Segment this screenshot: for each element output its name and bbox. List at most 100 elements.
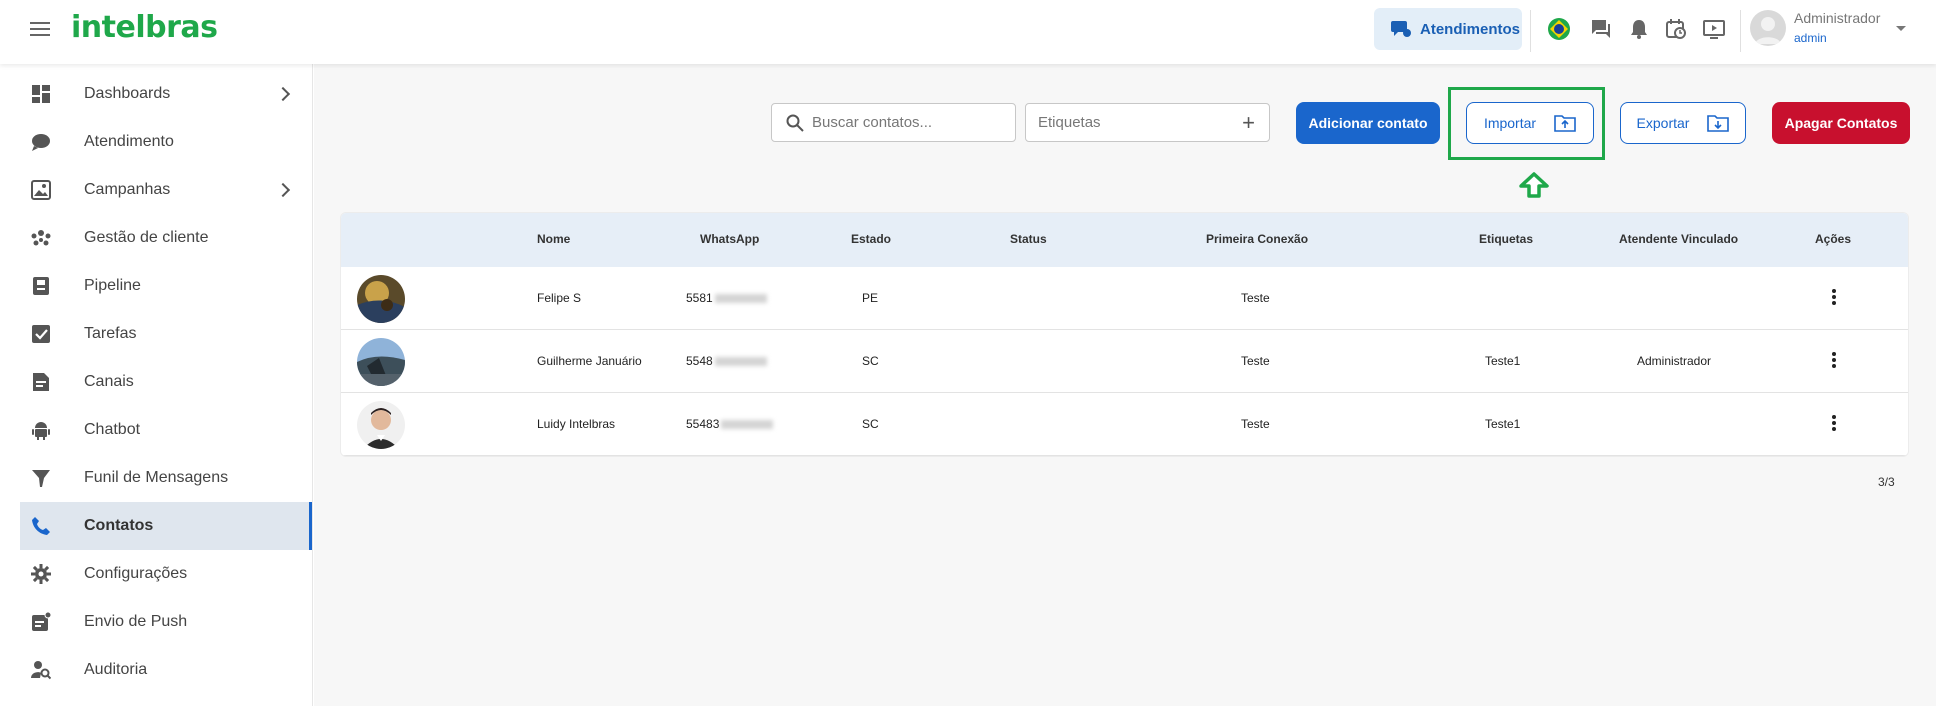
header-divider bbox=[1530, 10, 1531, 52]
calendar-clock-icon[interactable] bbox=[1663, 16, 1689, 42]
column-header-status[interactable]: Status bbox=[1010, 232, 1047, 246]
table-row[interactable]: Guilherme Januário 5548 SC Teste Teste1 … bbox=[341, 330, 1908, 393]
sidebar-item-label: Funil de Mensagens bbox=[84, 469, 229, 486]
plus-icon[interactable]: + bbox=[1242, 112, 1255, 134]
add-contact-button[interactable]: Adicionar contato bbox=[1296, 102, 1440, 144]
dashboard-icon bbox=[30, 83, 52, 105]
brazil-flag-icon[interactable] bbox=[1546, 16, 1572, 42]
sidebar-item-label: Campanhas bbox=[84, 181, 171, 198]
cell-atendente: Administrador bbox=[1637, 354, 1712, 368]
delete-contacts-label: Apagar Contatos bbox=[1784, 115, 1898, 131]
whatsapp-prefix: 55483 bbox=[686, 417, 720, 431]
column-header-acoes: Ações bbox=[1815, 232, 1852, 246]
user-name: Administrador bbox=[1794, 10, 1881, 26]
sidebar-item-dashboards[interactable]: Dashboards bbox=[20, 70, 312, 118]
sidebar-item-label: Tarefas bbox=[84, 325, 137, 342]
people-icon bbox=[30, 227, 52, 249]
person-search-icon bbox=[30, 659, 52, 681]
image-icon bbox=[30, 179, 52, 201]
sidebar-item-label: Pipeline bbox=[84, 277, 141, 294]
funnel-icon bbox=[30, 467, 52, 489]
sidebar-item-label: Contatos bbox=[84, 517, 154, 534]
cell-whatsapp: 55483 bbox=[686, 417, 774, 431]
document-icon bbox=[30, 371, 52, 393]
user-avatar[interactable] bbox=[1750, 10, 1786, 46]
sidebar-item-chatbot[interactable]: Chatbot bbox=[20, 406, 312, 454]
sidebar-item-funil-de-mensagens[interactable]: Funil de Mensagens bbox=[20, 454, 312, 502]
search-contacts-field[interactable] bbox=[771, 103, 1016, 142]
table-row[interactable]: Luidy Intelbras 55483 SC Teste Teste1 bbox=[341, 393, 1908, 456]
export-button[interactable]: Exportar bbox=[1620, 102, 1746, 144]
chevron-down-icon[interactable] bbox=[1896, 26, 1906, 31]
sidebar-item-auditoria[interactable]: Auditoria bbox=[20, 646, 312, 694]
cell-estado: PE bbox=[862, 291, 879, 305]
whatsapp-prefix: 5581 bbox=[686, 291, 713, 305]
sidebar-item-pipeline[interactable]: Pipeline bbox=[20, 262, 312, 310]
sidebar-item-configuracoes[interactable]: Configurações bbox=[20, 550, 312, 598]
pagination-count: 3/3 bbox=[1878, 475, 1895, 489]
phone-icon bbox=[30, 515, 52, 537]
arrow-up-icon bbox=[1518, 172, 1550, 203]
contact-avatar bbox=[357, 401, 405, 449]
cell-whatsapp: 5581 bbox=[686, 291, 767, 305]
bell-icon[interactable] bbox=[1626, 16, 1652, 42]
header-divider bbox=[1740, 10, 1741, 52]
top-header: intelbras Atendimentos Administrador adm… bbox=[0, 0, 1936, 64]
column-header-etiquetas[interactable]: Etiquetas bbox=[1479, 232, 1533, 246]
sidebar-item-gestao-de-cliente[interactable]: Gestão de cliente bbox=[20, 214, 312, 262]
column-header-nome[interactable]: Nome bbox=[537, 232, 570, 246]
redacted-number bbox=[714, 357, 767, 367]
chevron-right-icon bbox=[275, 182, 291, 198]
chevron-right-icon bbox=[275, 86, 291, 102]
column-header-primeira-conexao[interactable]: Primeira Conexão bbox=[1206, 232, 1308, 246]
sidebar-item-campanhas[interactable]: Campanhas bbox=[20, 166, 312, 214]
sidebar-item-label: Envio de Push bbox=[84, 613, 188, 630]
more-actions-icon[interactable] bbox=[1831, 289, 1837, 307]
chat-icon[interactable] bbox=[1588, 16, 1614, 42]
chat-bubble-icon bbox=[30, 131, 52, 153]
search-input[interactable] bbox=[812, 114, 1002, 131]
column-header-atendente-vinculado[interactable]: Atendente Vinculado bbox=[1619, 232, 1738, 246]
add-contact-label: Adicionar contato bbox=[1308, 115, 1428, 131]
atendimentos-button[interactable]: Atendimentos bbox=[1374, 8, 1522, 50]
import-button[interactable]: Importar bbox=[1466, 102, 1594, 144]
more-actions-icon[interactable] bbox=[1831, 415, 1837, 433]
sidebar-item-contatos[interactable]: Contatos bbox=[20, 502, 312, 550]
column-header-estado[interactable]: Estado bbox=[851, 232, 891, 246]
sidebar-item-envio-de-push[interactable]: Envio de Push bbox=[20, 598, 312, 646]
column-header-whatsapp[interactable]: WhatsApp bbox=[700, 232, 759, 246]
redacted-number bbox=[714, 294, 767, 304]
tags-filter-label: Etiquetas bbox=[1038, 114, 1101, 131]
folder-download-icon bbox=[1707, 114, 1730, 132]
sidebar-item-label: Gestão de cliente bbox=[84, 229, 209, 246]
sidebar: Dashboards Atendimento Campanhas Gestão … bbox=[0, 64, 313, 706]
cell-primeira-conexao: Teste bbox=[1241, 417, 1270, 431]
table-row[interactable]: Felipe S 5581 PE Teste bbox=[341, 267, 1908, 330]
cell-nome: Luidy Intelbras bbox=[537, 417, 616, 431]
redacted-number bbox=[721, 420, 774, 430]
gear-icon bbox=[30, 563, 52, 585]
atendimentos-label: Atendimentos bbox=[1420, 20, 1521, 38]
cell-estado: SC bbox=[862, 354, 879, 368]
sidebar-item-canais[interactable]: Canais bbox=[20, 358, 312, 406]
search-icon bbox=[786, 114, 804, 137]
hamburger-menu-icon[interactable] bbox=[30, 18, 52, 40]
cell-primeira-conexao: Teste bbox=[1241, 354, 1270, 368]
delete-contacts-button[interactable]: Apagar Contatos bbox=[1772, 102, 1910, 144]
sidebar-item-label: Configurações bbox=[84, 565, 188, 582]
contact-avatar bbox=[357, 338, 405, 386]
folder-upload-icon bbox=[1554, 114, 1576, 132]
sidebar-item-atendimento[interactable]: Atendimento bbox=[20, 118, 312, 166]
cell-primeira-conexao: Teste bbox=[1241, 291, 1270, 305]
whatsapp-prefix: 5548 bbox=[686, 354, 713, 368]
table-header: Nome WhatsApp Estado Status Primeira Con… bbox=[341, 213, 1908, 267]
cell-etiquetas: Teste1 bbox=[1485, 354, 1521, 368]
sidebar-item-label: Chatbot bbox=[84, 421, 141, 438]
sidebar-item-tarefas[interactable]: Tarefas bbox=[20, 310, 312, 358]
more-actions-icon[interactable] bbox=[1831, 352, 1837, 370]
android-icon bbox=[30, 419, 52, 441]
checkbox-icon bbox=[30, 323, 52, 345]
sidebar-item-label: Atendimento bbox=[84, 133, 174, 150]
video-icon[interactable] bbox=[1701, 16, 1727, 42]
tags-filter-select[interactable]: Etiquetas + bbox=[1025, 103, 1270, 142]
